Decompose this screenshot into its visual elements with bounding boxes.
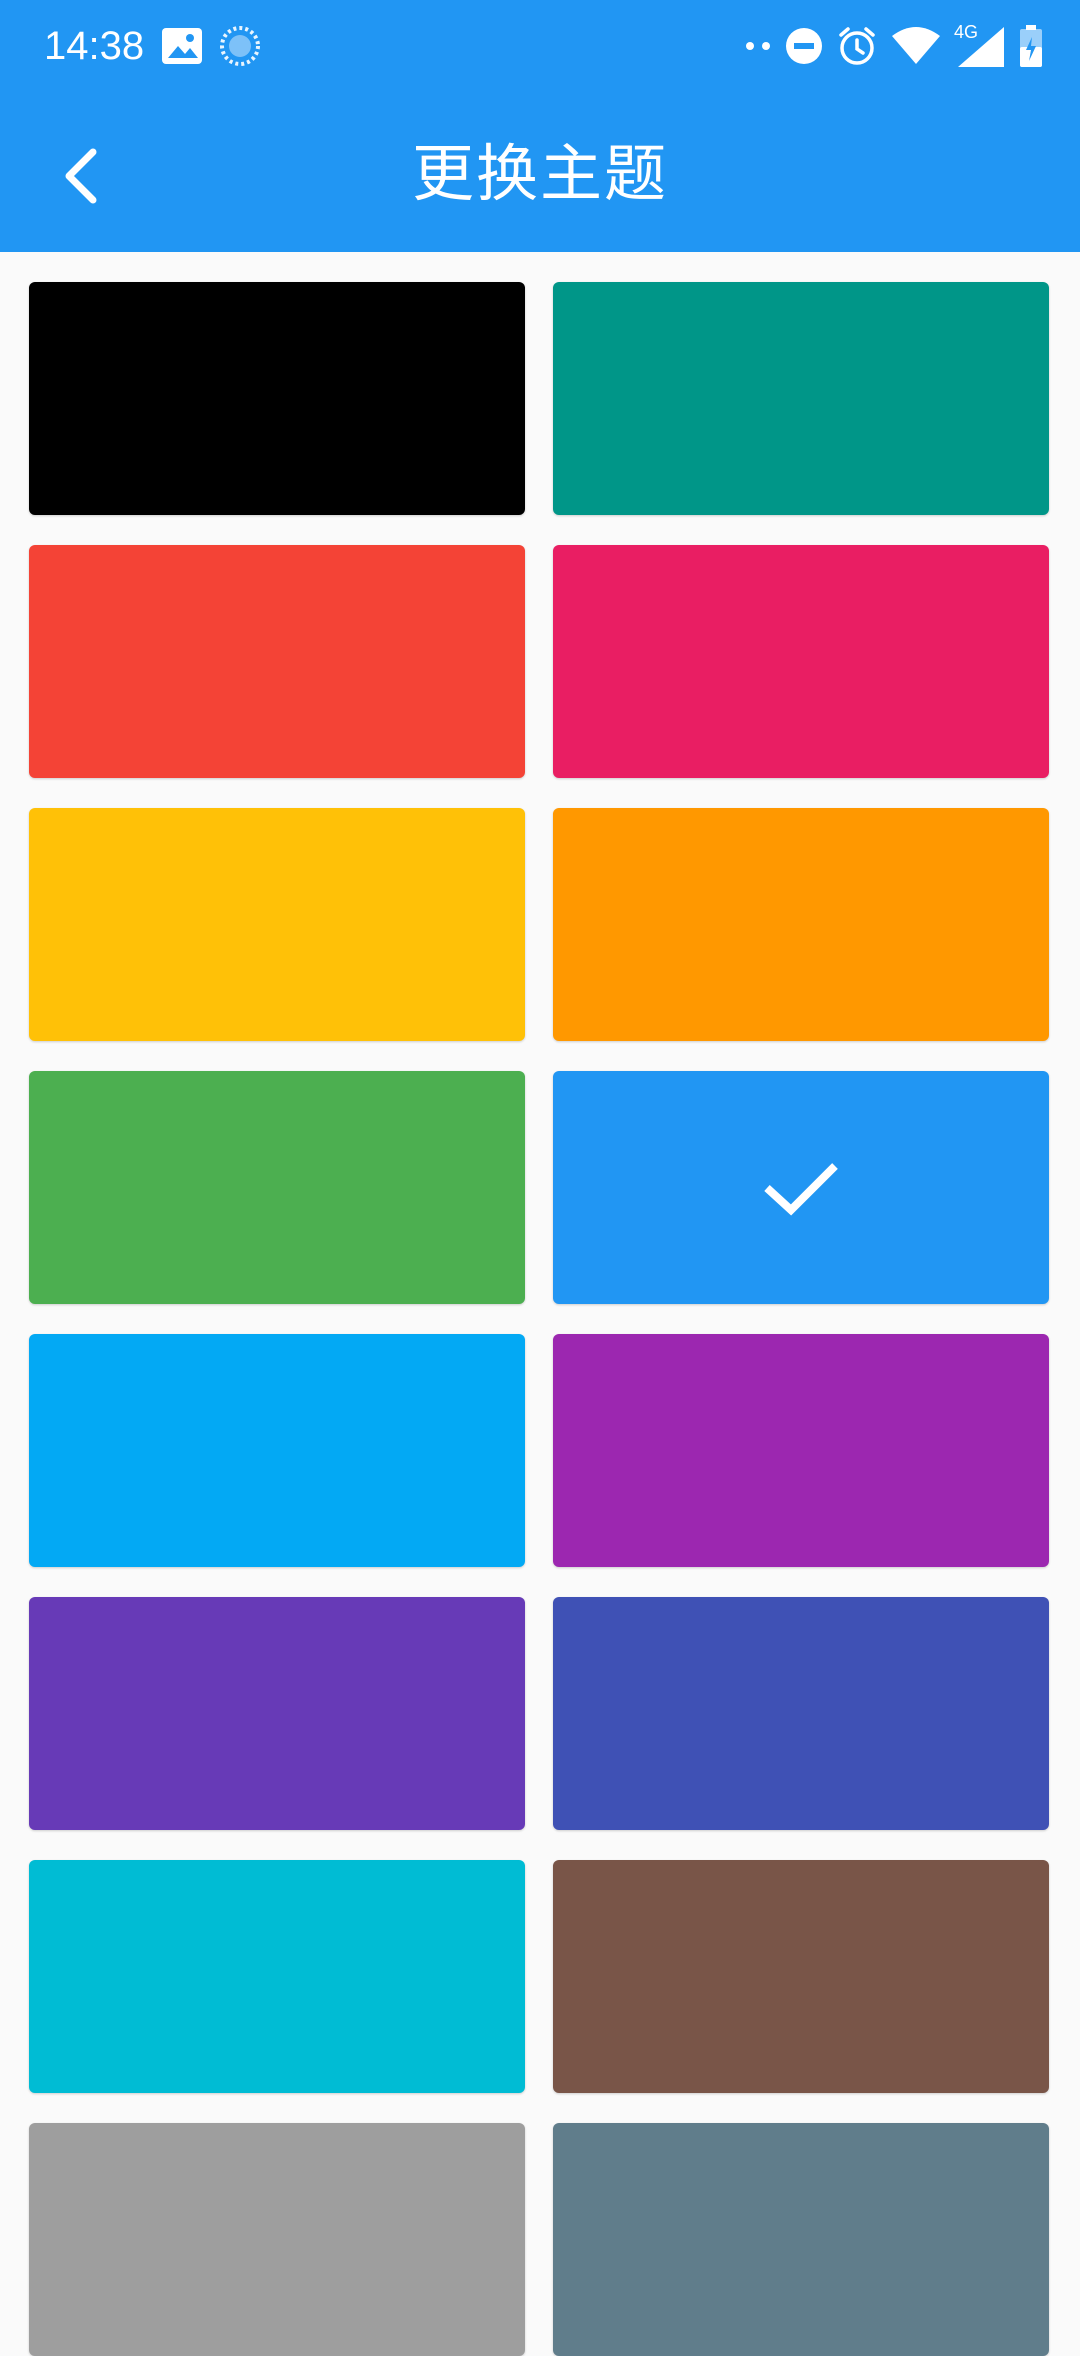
theme-swatch-cyan[interactable] bbox=[29, 1860, 525, 2093]
status-bar: 14:38 4G bbox=[0, 0, 1080, 92]
app-bar: 更换主题 bbox=[0, 92, 1080, 252]
signal-icon bbox=[958, 27, 1004, 67]
theme-swatch-blue-grey[interactable] bbox=[553, 2123, 1049, 2356]
theme-grid bbox=[29, 282, 1051, 2356]
theme-swatch-amber[interactable] bbox=[29, 808, 525, 1041]
theme-swatch-red[interactable] bbox=[29, 545, 525, 778]
theme-swatch-indigo[interactable] bbox=[553, 1597, 1049, 1830]
status-left-icons bbox=[160, 22, 262, 70]
status-time: 14:38 bbox=[44, 24, 145, 68]
status-right-icons: 4G bbox=[744, 18, 1044, 74]
theme-swatch-orange[interactable] bbox=[553, 808, 1049, 1041]
dots-icon bbox=[746, 42, 770, 50]
dnd-icon bbox=[786, 28, 822, 64]
battery-icon bbox=[1020, 25, 1042, 67]
check-icon bbox=[764, 1162, 838, 1216]
theme-swatch-black[interactable] bbox=[29, 282, 525, 515]
theme-swatch-light-blue[interactable] bbox=[29, 1334, 525, 1567]
signal-group: 4G bbox=[954, 23, 1006, 69]
wifi-icon bbox=[892, 27, 940, 64]
loading-icon bbox=[220, 26, 260, 66]
theme-swatch-teal[interactable] bbox=[553, 282, 1049, 515]
theme-swatch-purple[interactable] bbox=[553, 1334, 1049, 1567]
theme-swatch-grey[interactable] bbox=[29, 2123, 525, 2356]
theme-swatch-blue[interactable] bbox=[553, 1071, 1049, 1304]
alarm-icon bbox=[839, 27, 875, 65]
image-icon bbox=[162, 28, 202, 64]
theme-swatch-deep-purple[interactable] bbox=[29, 1597, 525, 1830]
theme-swatch-pink[interactable] bbox=[553, 545, 1049, 778]
theme-swatch-green[interactable] bbox=[29, 1071, 525, 1304]
page-title: 更换主题 bbox=[411, 137, 668, 210]
theme-swatch-brown[interactable] bbox=[553, 1860, 1049, 2093]
